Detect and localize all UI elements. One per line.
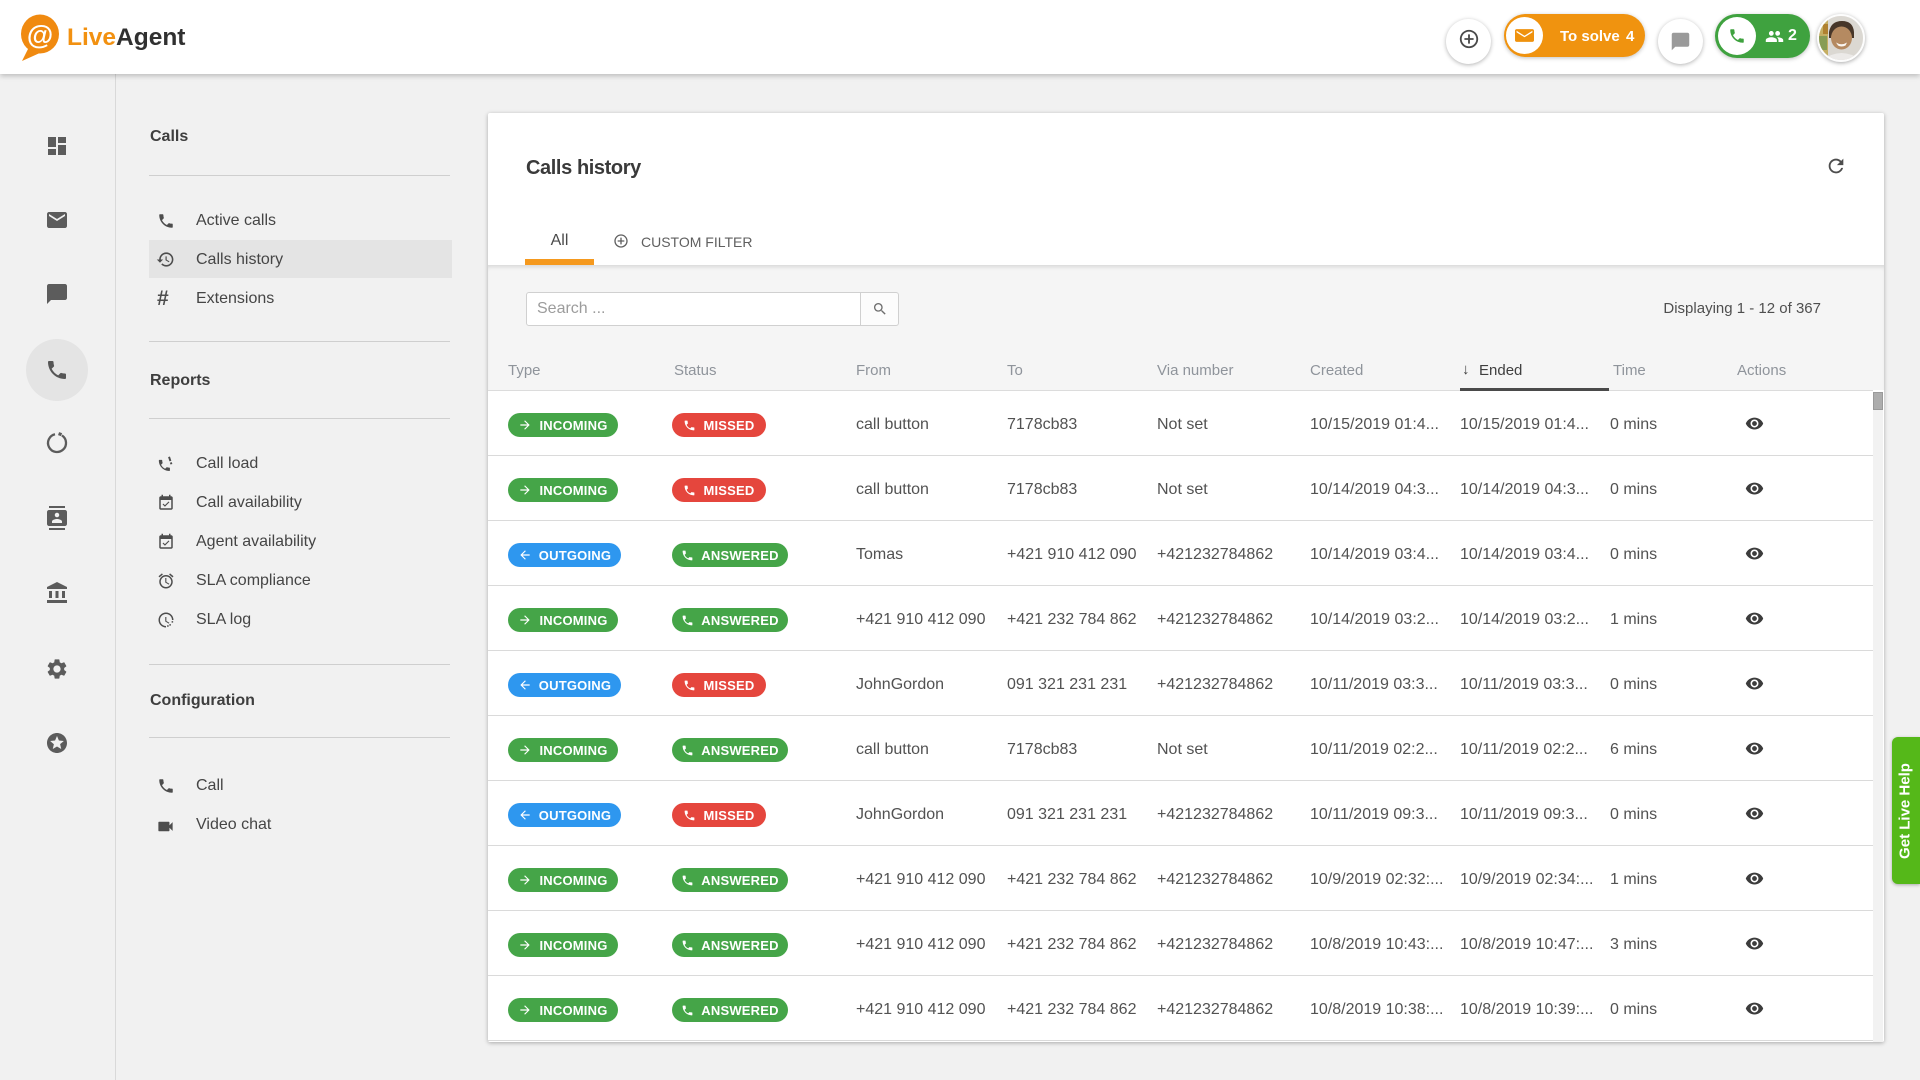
svg-text:@: @ — [27, 20, 53, 50]
